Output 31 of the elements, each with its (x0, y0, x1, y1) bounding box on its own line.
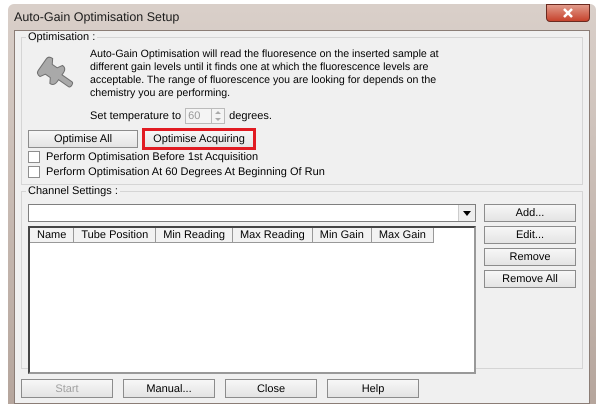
footer-button[interactable]: Help (327, 379, 419, 398)
optimise-button[interactable]: Optimise All (28, 130, 138, 148)
description-text: Auto-Gain Optimisation will read the fluoresence on the inserted sample at different gain levels until it finds one at which the fluorescence levels are acceptable. The range of fluorescence you are looking for depends on the chemistry you are performing. (90, 48, 440, 100)
group-legend: Optimisation : (26, 31, 98, 43)
column-header[interactable]: Min Gain (312, 228, 372, 243)
window-title: Auto-Gain Optimisation Setup (14, 10, 180, 24)
checkbox-label: Perform Optimisation Before 1st Acquisition (46, 151, 258, 163)
checkbox[interactable] (28, 166, 40, 178)
channel-button[interactable]: Remove (484, 248, 576, 266)
temperature-label: Set temperature to (90, 110, 182, 122)
channel-button[interactable]: Edit... (484, 226, 576, 244)
footer-button[interactable]: Manual... (123, 379, 215, 398)
temperature-unit: degrees. (229, 110, 272, 122)
channel-button[interactable]: Add... (484, 204, 576, 222)
checkbox[interactable] (28, 151, 40, 163)
channel-button[interactable]: Remove All (484, 270, 576, 288)
checkbox-label: Perform Optimisation At 60 Degrees At Beginning Of Run (46, 166, 325, 178)
group-legend: Channel Settings : (26, 185, 120, 197)
spin-arrows-icon (213, 109, 224, 123)
column-header[interactable]: Name (30, 228, 74, 243)
footer-button[interactable]: Close (225, 379, 317, 398)
close-button[interactable] (546, 4, 590, 22)
channel-dropdown[interactable] (28, 204, 476, 222)
column-header[interactable]: Tube Position (74, 228, 156, 243)
dropdown-arrow-icon (463, 210, 471, 216)
spin-button[interactable] (211, 108, 226, 124)
column-header[interactable]: Max Gain (372, 228, 434, 243)
column-header[interactable]: Min Reading (156, 228, 233, 243)
close-icon (561, 8, 575, 18)
optimise-button[interactable]: Optimise Acquiring (144, 130, 254, 148)
column-header[interactable]: Max Reading (232, 228, 313, 243)
